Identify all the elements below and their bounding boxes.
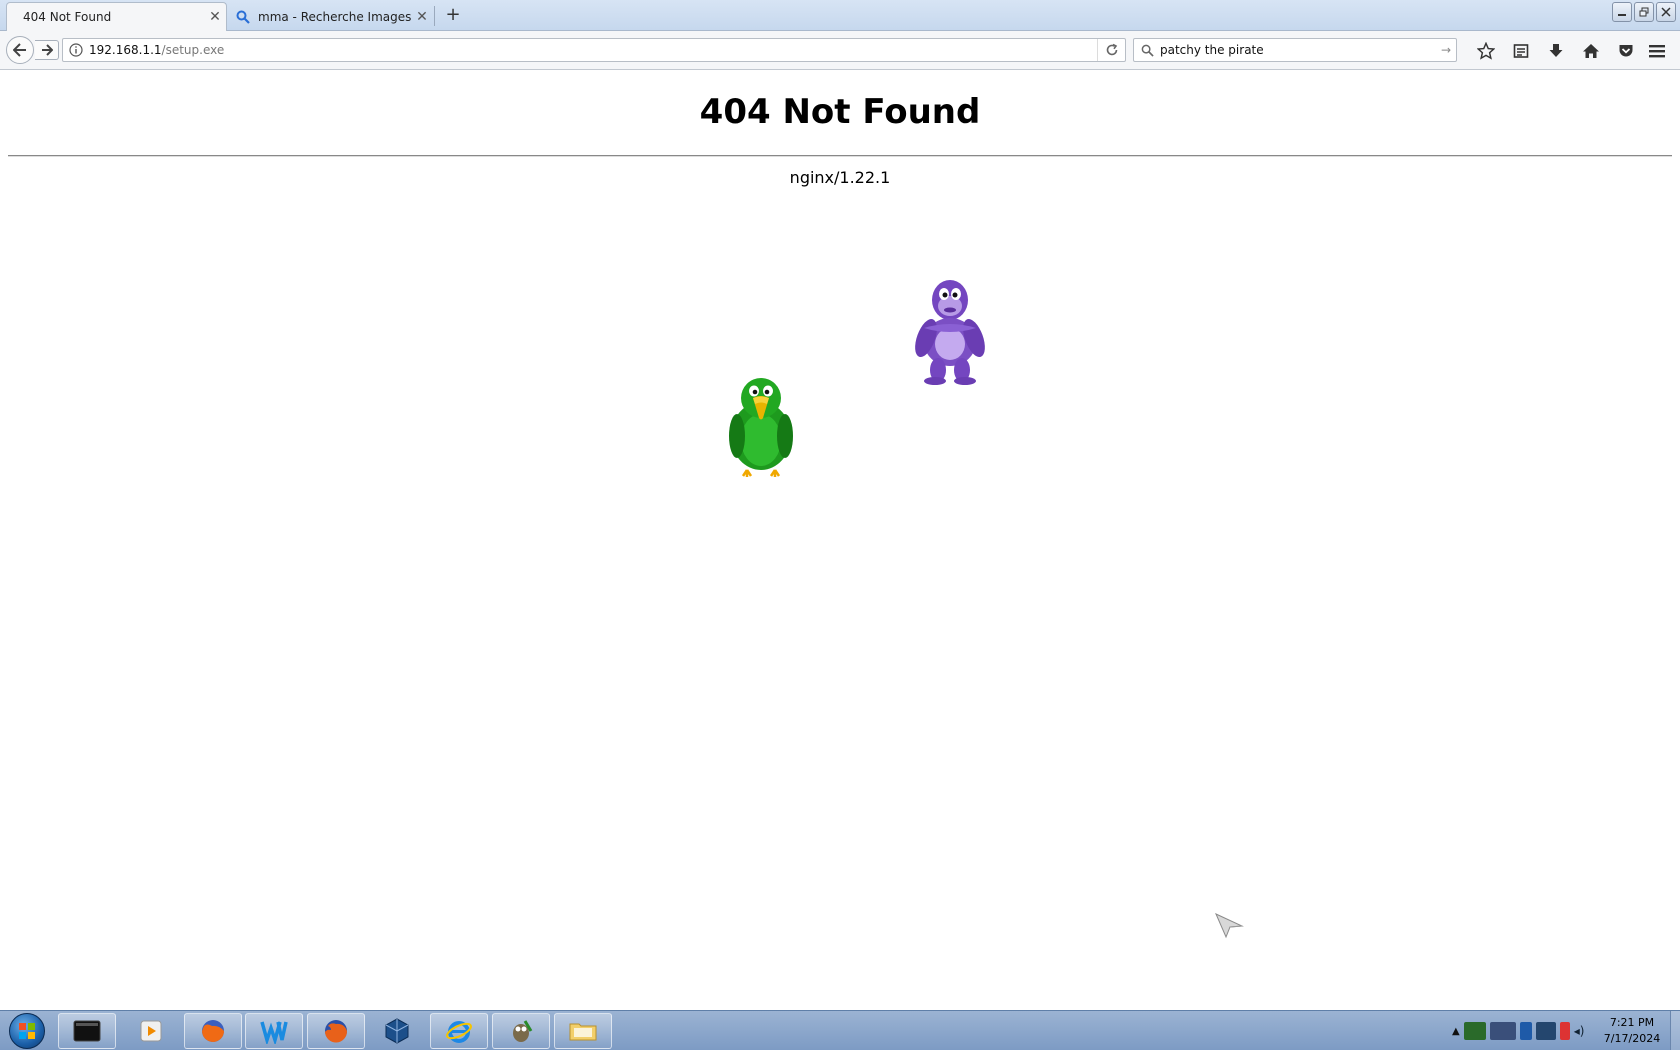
home-icon[interactable] [1573,40,1608,62]
app-tray-icon[interactable] [1463,1022,1486,1040]
page-title: 404 Not Found [699,92,981,132]
tab-divider [434,6,435,26]
taskbar-writer[interactable] [245,1013,303,1049]
writer-icon [260,1021,288,1044]
terminal-icon [73,1020,101,1042]
clock[interactable]: 7:21 PM 7/17/2024 [1596,1015,1668,1047]
info-icon[interactable] [63,43,89,57]
taskbar-firefox-old[interactable] [184,1013,242,1049]
restore-button[interactable] [1634,2,1654,22]
url-path: /setup.exe [161,43,225,57]
tab-title: 404 Not Found [23,10,112,24]
firefox-icon [325,1020,348,1043]
tab-search-images[interactable]: mma - Recherche Images ✕ [230,2,433,31]
url-host: 192.168.1.1 [89,43,162,57]
back-button[interactable] [6,36,34,64]
address-bar[interactable]: 192.168.1.1/setup.exe [62,38,1126,62]
pocket-icon[interactable] [1608,40,1643,62]
network-tray-icon[interactable] [1489,1022,1516,1040]
tab-title: mma - Recherche Images [258,9,411,24]
search-go-icon[interactable]: → [1436,43,1456,57]
close-tab-icon[interactable]: ✕ [411,9,433,25]
new-tab-button[interactable]: + [442,4,464,26]
clock-date: 7/17/2024 [1603,1032,1661,1045]
forward-arrow-icon [41,44,53,56]
search-bar[interactable]: patchy the pirate → [1133,38,1457,62]
firefox-icon [202,1020,224,1042]
search-icon [1134,44,1160,57]
server-signature: nginx/1.22.1 [789,168,891,187]
taskbar-internet-explorer[interactable] [430,1013,488,1049]
taskbar-virtualbox[interactable] [368,1013,426,1049]
taskbar-file-manager[interactable] [554,1013,612,1049]
clock-time: 7:21 PM [1609,1016,1655,1029]
paper-plane-cursor-icon [1215,912,1244,939]
folder-icon [569,1023,597,1041]
tab-404[interactable]: 404 Not Found ✕ [6,2,227,31]
menu-hamburger-icon[interactable] [1646,40,1668,62]
purple-gorilla-character[interactable] [908,270,992,386]
gimp-icon [513,1020,533,1042]
bookmarks-list-icon[interactable] [1503,40,1538,62]
reload-button[interactable] [1097,39,1125,61]
tab-strip: 404 Not Found ✕ mma - Recherche Images ✕… [0,0,1680,31]
search-icon [234,8,252,26]
reload-icon [1106,43,1117,56]
bookmark-star-icon[interactable] [1468,40,1503,62]
media-player-icon [140,1020,162,1042]
monitor-tray-icon[interactable] [1535,1022,1556,1040]
minimize-button[interactable] [1612,2,1632,22]
green-parrot-character[interactable] [723,374,799,478]
window-controls [1612,2,1676,22]
windows-logo-icon [9,1013,45,1049]
screen: 404 Not Found ✕ mma - Recherche Images ✕… [0,0,1680,1050]
virtualbox-icon [385,1018,409,1044]
close-tab-icon[interactable]: ✕ [204,9,226,25]
battery-tray-icon[interactable] [1559,1022,1570,1040]
page-content: 404 Not Found nginx/1.22.1 [0,70,1680,1010]
taskbar-media-player[interactable] [122,1013,180,1049]
nav-toolbar: 192.168.1.1/setup.exe patchy the pirate … [0,31,1680,70]
show-hidden-icons[interactable]: ▲ [1452,1026,1460,1037]
internet-explorer-icon [446,1021,472,1043]
forward-button[interactable] [35,40,59,60]
start-button[interactable] [4,1012,50,1050]
speaker-icon[interactable]: ◂) [1574,1024,1585,1038]
taskbar-terminal[interactable] [58,1013,116,1049]
toolbar-icons [1468,40,1643,62]
flag-tray-icon[interactable] [1519,1022,1532,1040]
back-arrow-icon [13,43,26,57]
taskbar: ▲ ◂) 7:21 PM 7/17/2024 [0,1010,1680,1050]
taskbar-firefox[interactable] [307,1013,365,1049]
search-input[interactable]: patchy the pirate [1160,43,1436,57]
close-window-button[interactable] [1656,2,1676,22]
taskbar-gimp[interactable] [492,1013,550,1049]
system-tray: ▲ ◂) [1448,1011,1598,1050]
download-icon[interactable] [1538,40,1573,62]
show-desktop-button[interactable] [1670,1011,1680,1050]
divider [8,155,1672,157]
